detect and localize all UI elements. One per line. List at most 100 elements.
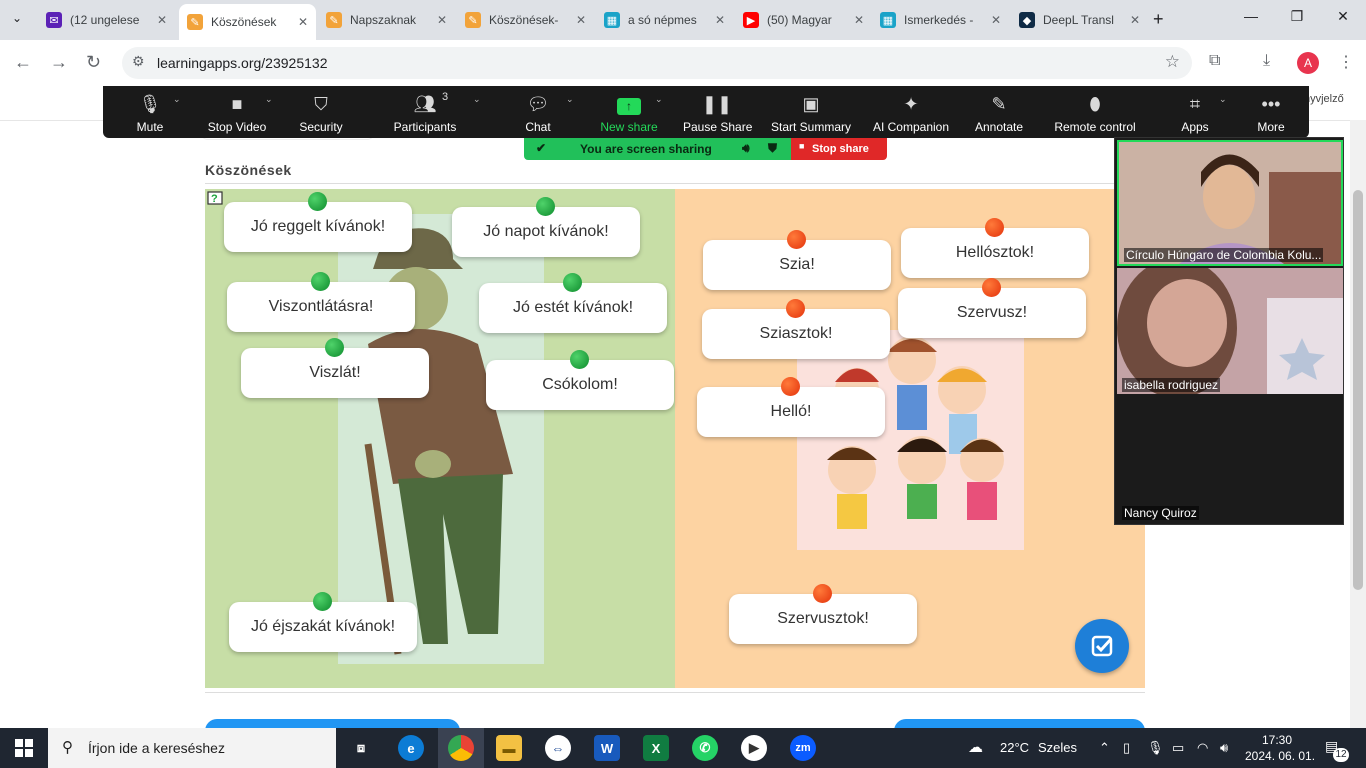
pin-green-icon[interactable]	[563, 273, 582, 292]
chrome-browser-icon[interactable]	[448, 735, 474, 761]
battery-icon[interactable]: ▭	[1172, 740, 1184, 756]
browser-tab-youtube[interactable]: ▶ (50) Magyar ✕	[735, 6, 872, 34]
edge-browser-icon[interactable]: e	[398, 735, 424, 761]
card-viszontlatasra[interactable]: Viszontlátásra!	[227, 272, 415, 332]
taskbar-search-box[interactable]: ⚲ Írjon ide a kereséshez	[48, 728, 336, 768]
browser-tab-napszaknak[interactable]: ✎ Napszaknak ✕	[318, 6, 455, 34]
back-arrow-icon[interactable]: ←	[14, 52, 32, 73]
pin-green-icon[interactable]	[311, 272, 330, 291]
card-szervusztok[interactable]: Szervusztok!	[729, 584, 917, 644]
weather-icon[interactable]: ☁	[968, 738, 983, 756]
participants-options-chevron-icon[interactable]: ⌄	[473, 94, 481, 105]
close-icon[interactable]: ✕	[437, 13, 447, 27]
excel-icon[interactable]: X	[643, 735, 669, 761]
profile-avatar[interactable]: A	[1297, 52, 1319, 74]
window-close-icon[interactable]: ✕	[1320, 8, 1366, 25]
browser-tab-koszonesek-active[interactable]: ✎ Köszönések ✕	[179, 4, 316, 40]
close-icon[interactable]: ✕	[157, 13, 167, 27]
clock-date[interactable]: 2024. 06. 01.	[1245, 749, 1315, 763]
card-sziasztok[interactable]: Sziasztok!	[702, 299, 890, 359]
page-scrollbar[interactable]	[1350, 120, 1366, 728]
video-options-chevron-icon[interactable]: ⌄	[265, 94, 273, 105]
video-tile-nancy[interactable]: Nancy Quiroz	[1117, 396, 1343, 522]
card-hello[interactable]: Helló!	[697, 377, 885, 437]
pin-red-icon[interactable]	[787, 230, 806, 249]
word-icon[interactable]: W	[594, 735, 620, 761]
card-jo-ejszakat[interactable]: Jó éjszakát kívánok!	[229, 592, 417, 652]
chat-options-chevron-icon[interactable]: ⌄	[566, 94, 574, 105]
pin-red-icon[interactable]	[813, 584, 832, 603]
chevron-up-icon[interactable]: ⌃	[1099, 740, 1110, 756]
start-summary-button[interactable]: ▣ Start Summary	[769, 92, 853, 134]
pin-green-icon[interactable]	[308, 192, 327, 211]
file-explorer-icon[interactable]: ▬	[496, 735, 522, 761]
microphone-tray-icon[interactable]: 🎙︎	[1147, 740, 1164, 756]
teamviewer-icon[interactable]: ⇔	[545, 735, 571, 761]
close-icon[interactable]: ✕	[991, 13, 1001, 27]
zoom-app-icon[interactable]: zm	[790, 735, 816, 761]
pin-red-icon[interactable]	[781, 377, 800, 396]
browser-menu-icon[interactable]: ⋮	[1338, 52, 1354, 72]
apps-options-chevron-icon[interactable]: ⌄	[1219, 94, 1227, 105]
pin-red-icon[interactable]	[786, 299, 805, 318]
stop-share-button[interactable]: ■ Stop share	[791, 138, 887, 160]
pin-green-icon[interactable]	[570, 350, 589, 369]
help-icon[interactable]: ?	[207, 191, 225, 209]
scrollbar-thumb[interactable]	[1353, 190, 1363, 590]
restore-icon[interactable]: ❐	[1274, 8, 1320, 25]
more-button[interactable]: ••• More	[1251, 92, 1291, 134]
download-icon[interactable]: ⤓	[1263, 52, 1270, 70]
pin-red-icon[interactable]	[985, 218, 1004, 237]
weather-label[interactable]: Szeles	[1038, 740, 1077, 755]
participants-button[interactable]: 👥︎ Participants	[391, 92, 459, 134]
check-answers-button[interactable]	[1075, 619, 1129, 673]
mute-button[interactable]: 🎙︎ Mute	[125, 92, 175, 134]
forward-arrow-icon[interactable]: →	[50, 52, 68, 73]
close-icon[interactable]: ✕	[576, 13, 586, 27]
ai-companion-button[interactable]: ✦ AI Companion	[871, 92, 951, 134]
device-icon[interactable]: ▯	[1123, 740, 1130, 756]
pin-green-icon[interactable]	[313, 592, 332, 611]
card-szervusz[interactable]: Szervusz!	[898, 278, 1086, 338]
drag-handle-icon[interactable]: ✔	[536, 141, 546, 155]
screen-sharing-status-bar[interactable]: ✔ You are screen sharing 🔊︎ ⛊	[524, 138, 791, 160]
bookmark-star-icon[interactable]: ☆	[1165, 52, 1180, 72]
card-viszlat[interactable]: Viszlát!	[241, 338, 429, 398]
new-share-button[interactable]: ↑ New share	[599, 92, 659, 134]
wifi-icon[interactable]: ◠	[1197, 740, 1208, 756]
share-options-chevron-icon[interactable]: ⌄	[655, 94, 663, 105]
card-jo-napot[interactable]: Jó napot kívánok!	[452, 197, 640, 257]
close-icon[interactable]: ✕	[298, 15, 308, 29]
browser-tab-koszonesek-2[interactable]: ✎ Köszönések- ✕	[457, 6, 594, 34]
volume-icon[interactable]: 🔊︎	[1220, 740, 1228, 756]
windows-start-icon[interactable]	[15, 739, 33, 757]
browser-tab-so-nepmese[interactable]: ▦ a só népmes ✕	[596, 6, 733, 34]
whatsapp-icon[interactable]: ✆	[692, 735, 718, 761]
close-icon[interactable]: ✕	[1130, 13, 1140, 27]
browser-tab-ismerkedes[interactable]: ▦ Ismerkedés - ✕	[872, 6, 1009, 34]
extensions-icon[interactable]: ⧉	[1209, 52, 1220, 70]
pin-green-icon[interactable]	[325, 338, 344, 357]
media-player-icon[interactable]: ▶	[741, 735, 767, 761]
mute-options-chevron-icon[interactable]: ⌄	[173, 94, 181, 105]
annotate-button[interactable]: ✎ Annotate	[971, 92, 1027, 134]
reload-icon[interactable]: ↻	[86, 52, 101, 73]
apps-button[interactable]: ⌗ Apps	[1175, 92, 1215, 134]
weather-temp[interactable]: 22°C	[1000, 740, 1029, 755]
security-button[interactable]: ⛉ Security	[295, 92, 347, 134]
task-view-icon[interactable]: ⧈	[348, 735, 374, 761]
close-icon[interactable]: ✕	[715, 13, 725, 27]
remote-control-button[interactable]: ⬮ Remote control	[1051, 92, 1139, 134]
card-jo-reggelt[interactable]: Jó reggelt kívánok!	[224, 192, 412, 252]
stop-video-button[interactable]: ■ Stop Video	[203, 92, 271, 134]
pin-red-icon[interactable]	[982, 278, 1001, 297]
speaker-icon[interactable]: 🔊︎	[742, 141, 750, 156]
tab-search-chevron-icon[interactable]: ⌄	[12, 11, 22, 25]
video-tile-isabella[interactable]: isabella rodriguez	[1117, 268, 1343, 394]
card-szia[interactable]: Szia!	[703, 230, 891, 290]
close-icon[interactable]: ✕	[854, 13, 864, 27]
browser-tab-deepl[interactable]: ◆ DeepL Transl ✕	[1011, 6, 1148, 34]
pin-green-icon[interactable]	[536, 197, 555, 216]
address-bar[interactable]: ⚙ learningapps.org/23925132 ☆	[122, 47, 1192, 79]
chat-button[interactable]: 💬︎ Chat	[518, 92, 558, 134]
